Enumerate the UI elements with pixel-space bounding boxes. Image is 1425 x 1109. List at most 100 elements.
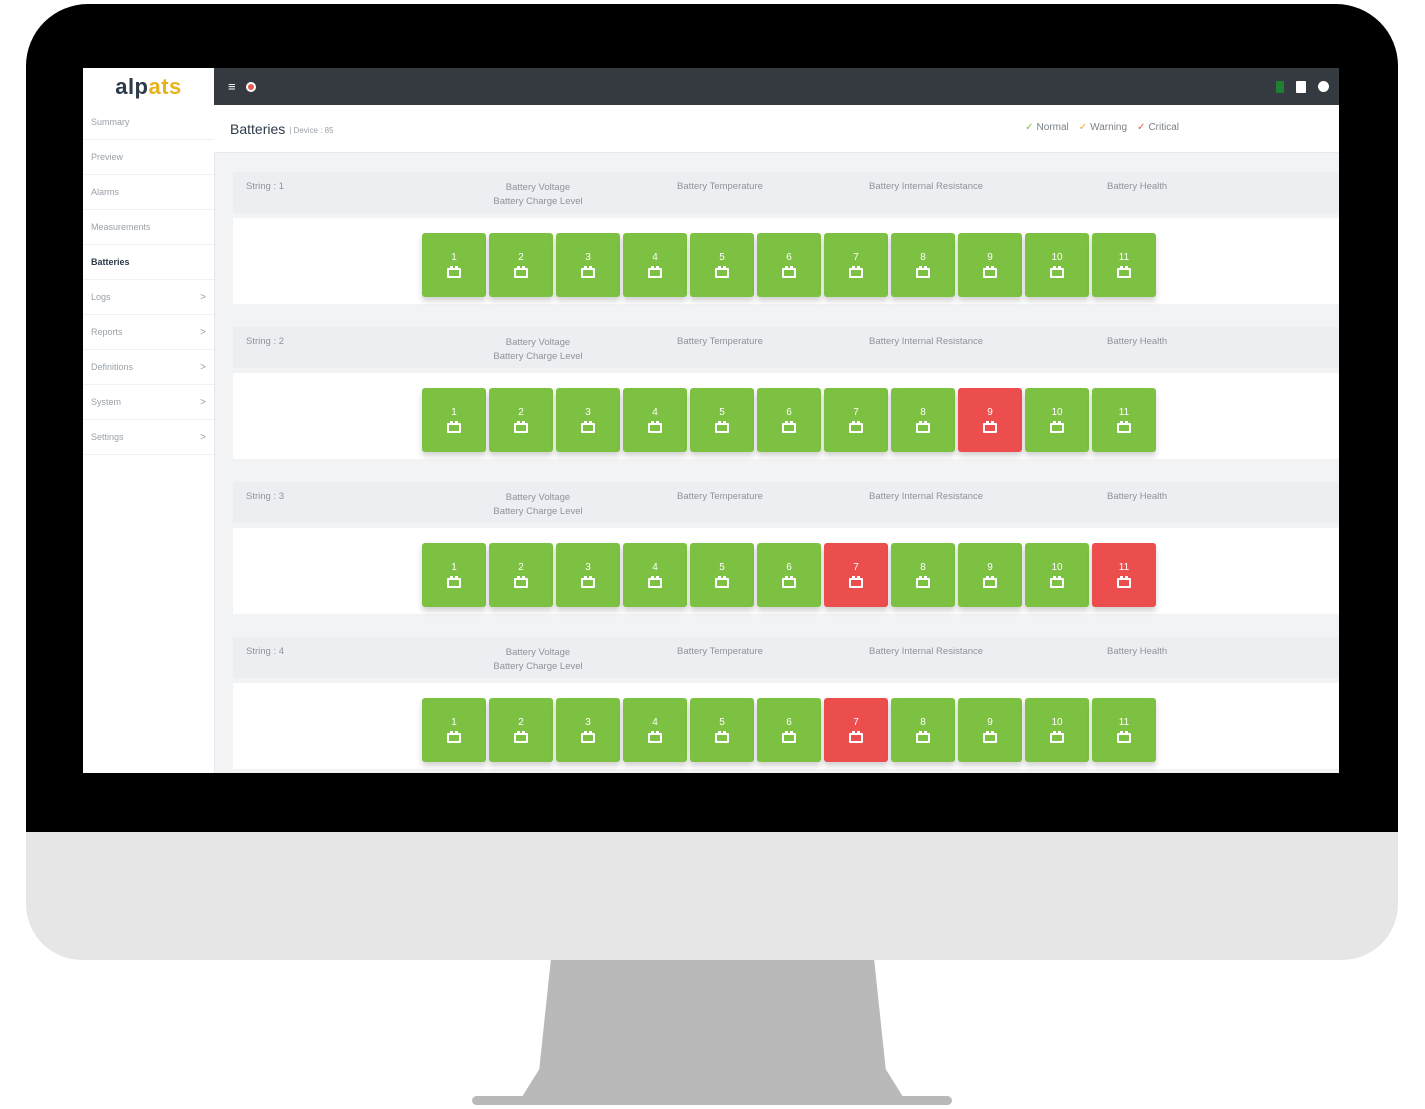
column-resistance: Battery Internal Resistance (869, 336, 984, 347)
battery-cell[interactable]: 8 (891, 233, 955, 297)
battery-cell[interactable]: 3 (556, 543, 620, 607)
battery-number: 7 (853, 252, 859, 263)
battery-cell[interactable]: 1 (422, 698, 486, 762)
battery-cell[interactable]: 2 (489, 233, 553, 297)
battery-icon (1050, 421, 1064, 433)
battery-icon (581, 421, 595, 433)
battery-number: 8 (920, 407, 926, 418)
battery-number: 6 (786, 717, 792, 728)
battery-cell[interactable]: 7 (824, 233, 888, 297)
column-voltage-charge: Battery Voltage Battery Charge Level (483, 181, 593, 209)
sidebar-item-measurements[interactable]: Measurements (83, 210, 214, 245)
sidebar-item-alarms[interactable]: Alarms (83, 175, 214, 210)
sidebar-item-batteries[interactable]: Batteries (83, 245, 214, 280)
sidebar-item-label: Preview (91, 152, 124, 162)
battery-cell[interactable]: 4 (623, 698, 687, 762)
battery-cell[interactable]: 11 (1092, 388, 1156, 452)
top-bar: ≡ (214, 68, 1339, 105)
column-voltage: Battery Voltage (505, 182, 571, 193)
sidebar-item-label: Summary (91, 117, 130, 127)
string-body: 1 2 3 4 5 6 7 8 9 10 11 (233, 528, 1339, 614)
battery-number: 8 (920, 717, 926, 728)
battery-cell[interactable]: 7 (824, 698, 888, 762)
battery-cell[interactable]: 8 (891, 388, 955, 452)
column-voltage-charge: Battery Voltage Battery Charge Level (483, 491, 593, 519)
page-header: Batteries | Device : 85 ✓ Normal ✓ Warning… (214, 105, 1339, 153)
document-icon[interactable] (1296, 80, 1306, 93)
battery-cell[interactable]: 10 (1025, 698, 1089, 762)
battery-icon (1050, 731, 1064, 743)
battery-cell[interactable]: 6 (757, 698, 821, 762)
column-health: Battery Health (1107, 491, 1168, 502)
sidebar-item-reports[interactable]: Reports > (83, 315, 214, 350)
battery-number: 5 (719, 717, 725, 728)
battery-cell[interactable]: 5 (690, 233, 754, 297)
notification-pin-icon[interactable] (245, 81, 256, 92)
battery-cell[interactable]: 9 (958, 698, 1022, 762)
column-charge: Battery Charge Level (493, 506, 583, 517)
string-header: String : 2 Battery Voltage Battery Charge … (233, 327, 1339, 368)
battery-cell[interactable]: 6 (757, 543, 821, 607)
battery-icon (782, 731, 796, 743)
battery-cell[interactable]: 11 (1092, 233, 1156, 297)
column-voltage: Battery Voltage (505, 337, 571, 348)
battery-cell[interactable]: 7 (824, 388, 888, 452)
battery-cell[interactable]: 5 (690, 698, 754, 762)
battery-number: 6 (786, 562, 792, 573)
battery-cell[interactable]: 8 (891, 698, 955, 762)
battery-icon (782, 266, 796, 278)
battery-icon (447, 266, 461, 278)
battery-cell[interactable]: 4 (623, 543, 687, 607)
battery-cell[interactable]: 10 (1025, 233, 1089, 297)
brand-logo[interactable]: alp ats (83, 68, 214, 105)
battery-cell[interactable]: 1 (422, 233, 486, 297)
battery-cell[interactable]: 11 (1092, 543, 1156, 607)
battery-cell[interactable]: 10 (1025, 388, 1089, 452)
battery-cell[interactable]: 3 (556, 698, 620, 762)
battery-cell[interactable]: 3 (556, 388, 620, 452)
battery-cell[interactable]: 4 (623, 388, 687, 452)
battery-cell[interactable]: 10 (1025, 543, 1089, 607)
battery-string: String : 1 Battery Voltage Battery Charge … (233, 172, 1339, 304)
sidebar-item-definitions[interactable]: Definitions > (83, 350, 214, 385)
battery-cell[interactable]: 2 (489, 388, 553, 452)
sidebar-item-settings[interactable]: Settings > (83, 420, 214, 455)
battery-number: 6 (786, 252, 792, 263)
sidebar-item-summary[interactable]: Summary (83, 105, 214, 140)
battery-cell[interactable]: 2 (489, 698, 553, 762)
battery-cell[interactable]: 5 (690, 388, 754, 452)
battery-cell[interactable]: 4 (623, 233, 687, 297)
sidebar-item-preview[interactable]: Preview (83, 140, 214, 175)
battery-icon (1050, 576, 1064, 588)
sidebar-item-system[interactable]: System > (83, 385, 214, 420)
battery-icon (782, 576, 796, 588)
battery-number: 8 (920, 252, 926, 263)
battery-cell[interactable]: 11 (1092, 698, 1156, 762)
battery-cell[interactable]: 3 (556, 233, 620, 297)
battery-number: 1 (451, 562, 457, 573)
battery-icon (715, 421, 729, 433)
column-resistance: Battery Internal Resistance (869, 181, 984, 192)
battery-icon (983, 731, 997, 743)
battery-cell[interactable]: 6 (757, 233, 821, 297)
column-temperature: Battery Temperature (677, 336, 763, 347)
battery-number: 1 (451, 407, 457, 418)
battery-number: 8 (920, 562, 926, 573)
battery-icon (849, 266, 863, 278)
status-indicator-icon[interactable] (1276, 80, 1284, 93)
battery-cell[interactable]: 6 (757, 388, 821, 452)
battery-icon (849, 421, 863, 433)
battery-cell[interactable]: 9 (958, 233, 1022, 297)
battery-cell[interactable]: 9 (958, 543, 1022, 607)
battery-cell[interactable]: 7 (824, 543, 888, 607)
user-icon[interactable] (1318, 81, 1329, 92)
battery-cell[interactable]: 1 (422, 543, 486, 607)
menu-toggle-icon[interactable]: ≡ (228, 79, 236, 94)
battery-cell[interactable]: 9 (958, 388, 1022, 452)
battery-cell[interactable]: 2 (489, 543, 553, 607)
battery-number: 5 (719, 252, 725, 263)
battery-cell[interactable]: 8 (891, 543, 955, 607)
battery-cell[interactable]: 5 (690, 543, 754, 607)
battery-cell[interactable]: 1 (422, 388, 486, 452)
sidebar-item-logs[interactable]: Logs > (83, 280, 214, 315)
